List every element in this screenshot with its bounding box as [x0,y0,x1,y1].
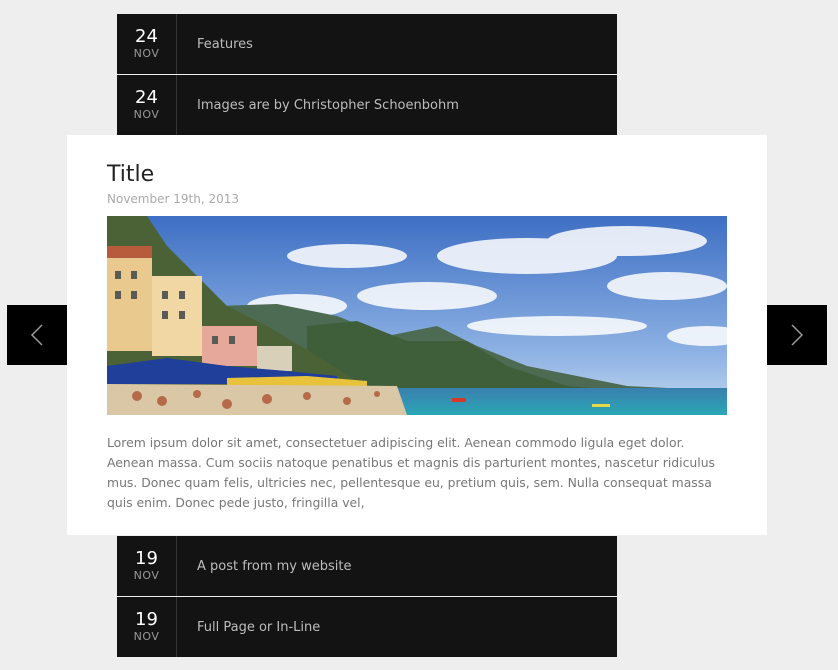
item-date: 24 NOV [117,75,177,135]
chevron-left-icon [30,324,43,346]
item-title: Features [197,36,253,52]
item-title: A post from my website [197,558,352,574]
beach-photo [107,216,727,415]
next-arrow-button[interactable] [767,305,827,365]
item-date: 19 NOV [117,536,177,596]
date-month: NOV [133,630,160,643]
item-date: 19 NOV [117,597,177,657]
item-title: Images are by Christopher Schoenbohm [197,97,459,113]
timeline-item-full-page[interactable]: 19 NOV Full Page or In-Line [117,597,617,657]
featured-post-card: Title November 19th, 2013 Lorem ipsum do… [67,135,767,535]
date-day: 24 [135,87,158,108]
timeline-item-features[interactable]: 24 NOV Features [117,14,617,74]
date-month: NOV [133,569,160,582]
timeline-stage: 24 NOV Features 24 NOV Images are by Chr… [0,0,838,670]
date-day: 19 [135,609,158,630]
item-date: 24 NOV [117,14,177,74]
date-month: NOV [133,47,160,60]
timeline-item-images[interactable]: 24 NOV Images are by Christopher Schoenb… [117,75,617,135]
post-title: Title [107,162,155,187]
item-title: Full Page or In-Line [197,619,321,635]
timeline-item-post-from-website[interactable]: 19 NOV A post from my website [117,536,617,596]
chevron-right-icon [791,324,804,346]
date-day: 19 [135,548,158,569]
previous-arrow-button[interactable] [7,305,67,365]
date-month: NOV [133,108,160,121]
post-excerpt: Lorem ipsum dolor sit amet, consectetuer… [107,435,716,510]
post-date: November 19th, 2013 [107,192,239,206]
date-day: 24 [135,26,158,47]
